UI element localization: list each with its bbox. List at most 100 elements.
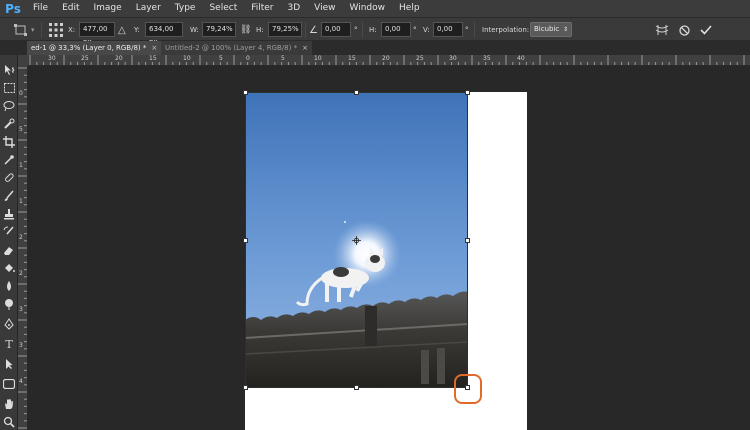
interpolation-select[interactable]: Bicubic ⇕ xyxy=(530,22,572,37)
menu-layer[interactable]: Layer xyxy=(129,0,168,17)
vertical-ruler[interactable]: 0 5 1 1 2 2 3 3 4 xyxy=(18,66,28,430)
warp-mode-icon[interactable] xyxy=(655,18,669,42)
close-tab-icon[interactable]: × xyxy=(151,44,157,52)
history-brush-tool-icon[interactable] xyxy=(3,226,15,238)
options-bar: ▾ X: 477,00 px △ Y: 634,00 px W: 79,24% … xyxy=(0,17,750,46)
width-field[interactable]: 79,24% xyxy=(202,22,236,37)
ruler-label: 10 xyxy=(183,55,191,62)
document-tabs: ed-1 @ 33,3% (Layer 0, RGB/8) * × Untitl… xyxy=(0,41,750,55)
tab-label: ed-1 @ 33,3% (Layer 0, RGB/8) * xyxy=(31,44,147,52)
ruler-label: 3 xyxy=(19,342,23,349)
paint-bucket-tool-icon[interactable] xyxy=(3,262,15,274)
highlight-circle-annotation xyxy=(454,374,482,404)
horizontal-ruler[interactable]: 30 25 20 15 10 5 0 5 10 15 20 25 30 35 4… xyxy=(28,55,750,66)
transform-handle-left[interactable] xyxy=(243,238,248,243)
brush-tool-icon[interactable] xyxy=(3,190,15,202)
angle-field[interactable]: 0,00 xyxy=(321,22,351,37)
clone-stamp-tool-icon[interactable] xyxy=(3,208,15,220)
vskew-field[interactable]: 0,00 xyxy=(433,22,463,37)
menu-help[interactable]: Help xyxy=(392,0,427,17)
rectangle-tool-icon[interactable] xyxy=(3,378,15,390)
transform-handle-right[interactable] xyxy=(465,238,470,243)
pen-tool-icon[interactable] xyxy=(3,318,15,330)
reference-point-icon[interactable] xyxy=(49,18,63,42)
eyedropper-tool-icon[interactable] xyxy=(3,154,15,166)
menu-window[interactable]: Window xyxy=(343,0,393,17)
reference-point-crosshair-icon[interactable] xyxy=(352,236,361,245)
healing-brush-tool-icon[interactable] xyxy=(3,172,15,184)
cancel-transform-icon[interactable] xyxy=(679,18,690,42)
link-icon[interactable]: ⛓ xyxy=(240,18,251,42)
zoom-tool-icon[interactable] xyxy=(3,416,15,428)
tab-label: Untitled-2 @ 100% (Layer 4, RGB/8) * xyxy=(165,44,298,52)
ruler-label: 0 xyxy=(19,90,23,97)
ruler-label: 2 xyxy=(19,270,23,277)
ruler-label: 30 xyxy=(48,55,56,62)
close-tab-icon[interactable]: × xyxy=(302,44,308,52)
ruler-label: 25 xyxy=(81,55,89,62)
eraser-tool-icon[interactable] xyxy=(3,244,15,256)
path-selection-tool-icon[interactable] xyxy=(3,358,15,370)
tools-panel: T xyxy=(0,55,18,430)
vskew-unit: ° xyxy=(465,26,469,34)
menu-bar: Ps File Edit Image Layer Type Select Fil… xyxy=(0,0,750,17)
ruler-label: 20 xyxy=(115,55,123,62)
menu-view[interactable]: View xyxy=(307,0,342,17)
ruler-label: 3 xyxy=(19,306,23,313)
dodge-tool-icon[interactable] xyxy=(3,298,15,310)
x-field[interactable]: 477,00 px xyxy=(79,22,115,46)
lasso-tool-icon[interactable] xyxy=(3,100,15,112)
ruler-label: 4 xyxy=(19,378,23,385)
angle-icon: ∠ xyxy=(309,24,318,36)
y-label: Y: xyxy=(134,26,140,34)
ruler-corner xyxy=(18,55,28,66)
transform-handle-top-right[interactable] xyxy=(465,90,470,95)
ruler-label: 2 xyxy=(19,234,23,241)
menu-filter[interactable]: Filter xyxy=(244,0,280,17)
hskew-label: H: xyxy=(369,26,377,34)
ruler-label: 35 xyxy=(483,55,491,62)
h-label: H: xyxy=(256,26,264,34)
menu-image[interactable]: Image xyxy=(87,0,129,17)
ruler-label: 40 xyxy=(517,55,525,62)
menu-select[interactable]: Select xyxy=(202,0,244,17)
hand-tool-icon[interactable] xyxy=(3,398,15,410)
menu-file[interactable]: File xyxy=(26,0,55,17)
relative-position-icon[interactable]: △ xyxy=(118,18,126,42)
menu-edit[interactable]: Edit xyxy=(55,0,86,17)
type-tool-icon[interactable]: T xyxy=(3,338,15,351)
ruler-label: 0 xyxy=(246,55,250,62)
ruler-ticks xyxy=(18,67,27,429)
height-field[interactable]: 79,25% xyxy=(268,22,302,37)
move-tool-icon[interactable] xyxy=(3,64,15,76)
tab-untitled-2[interactable]: Untitled-2 @ 100% (Layer 4, RGB/8) * × xyxy=(161,41,312,55)
ruler-label: 5 xyxy=(219,55,223,62)
ruler-label: 30 xyxy=(449,55,457,62)
transform-handle-top-left[interactable] xyxy=(243,90,248,95)
transform-handle-top[interactable] xyxy=(354,90,359,95)
hskew-field[interactable]: 0,00 xyxy=(381,22,411,37)
menu-type[interactable]: Type xyxy=(168,0,203,17)
ruler-label: 10 xyxy=(314,55,322,62)
hskew-unit: ° xyxy=(413,26,417,34)
ruler-label: 15 xyxy=(348,55,356,62)
quick-selection-tool-icon[interactable] xyxy=(3,118,15,130)
transform-handle-bottom[interactable] xyxy=(354,385,359,390)
transform-tool-icon[interactable] xyxy=(14,18,28,42)
ruler-label: 5 xyxy=(19,126,23,133)
ruler-label: 20 xyxy=(382,55,390,62)
ruler-label: 5 xyxy=(281,55,285,62)
y-field[interactable]: 634,00 px xyxy=(145,22,183,46)
crop-tool-icon[interactable] xyxy=(3,136,15,148)
blur-tool-icon[interactable] xyxy=(3,280,15,292)
menu-3d[interactable]: 3D xyxy=(281,0,308,17)
ruler-label: 25 xyxy=(416,55,424,62)
tab-document-1[interactable]: ed-1 @ 33,3% (Layer 0, RGB/8) * × xyxy=(27,41,162,55)
transform-handle-bottom-left[interactable] xyxy=(243,385,248,390)
ruler-label: 1 xyxy=(19,198,23,205)
commit-transform-icon[interactable] xyxy=(700,18,712,42)
marquee-tool-icon[interactable] xyxy=(3,82,15,94)
menu-items: File Edit Image Layer Type Select Filter… xyxy=(26,0,427,17)
tool-preset-chevron-icon[interactable]: ▾ xyxy=(31,18,35,42)
canvas-area[interactable] xyxy=(28,66,750,430)
